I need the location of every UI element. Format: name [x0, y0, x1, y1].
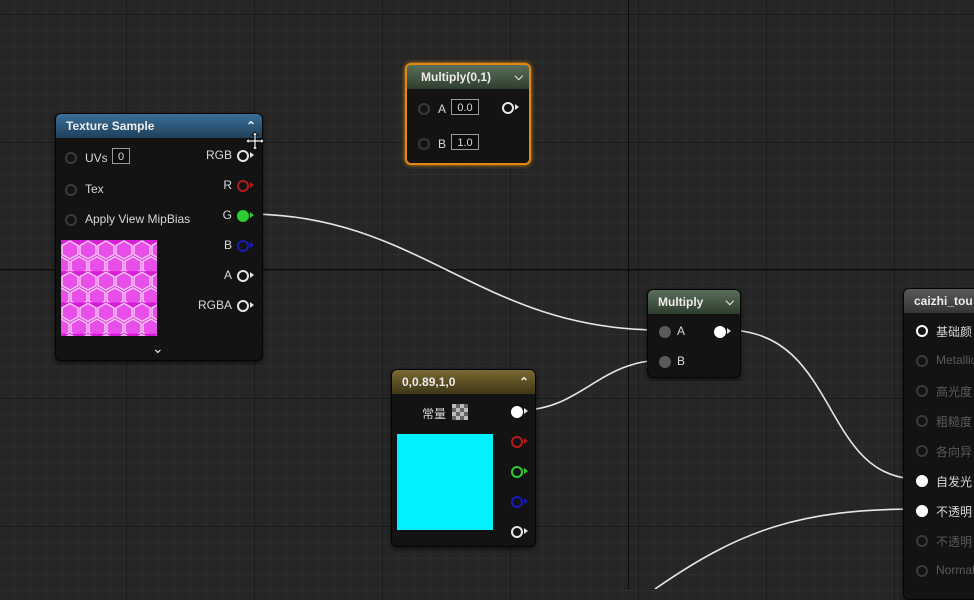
specular-label: 高光度 — [936, 385, 973, 399]
b-input-pin[interactable] — [418, 138, 430, 150]
mipbias-input-pin[interactable] — [65, 214, 77, 226]
collapse-chevron-down-icon[interactable]: ⌵ — [515, 65, 523, 89]
g-output-pin[interactable] — [237, 210, 249, 222]
opacity-label: 不透明 — [936, 505, 973, 519]
node-title: 0,0.89,1,0 — [402, 375, 456, 389]
uvs-label: UVs — [85, 151, 108, 165]
rgba-output-pin[interactable] — [237, 300, 249, 312]
b-input-label: B — [438, 137, 447, 151]
metallic-label: Metallic — [936, 353, 974, 367]
a-input-label: A — [438, 102, 447, 116]
output-arrow-icon — [515, 104, 519, 110]
b-output-pin[interactable] — [237, 240, 249, 252]
node-title: Texture Sample — [66, 119, 155, 133]
multiply-node[interactable]: Multiply ⌵ A B — [647, 289, 741, 378]
b-value-field[interactable]: 1.0 — [451, 134, 479, 150]
node-title: Multiply — [658, 295, 704, 309]
emissive-input-pin[interactable] — [916, 475, 928, 487]
rgb-arrow-icon — [524, 408, 528, 414]
specular-input-pin[interactable] — [916, 385, 928, 397]
collapse-chevron-up-icon[interactable]: ⌃ — [519, 370, 529, 394]
b-arrow-icon — [250, 242, 254, 248]
r-output-pin[interactable] — [237, 180, 249, 192]
g-output-pin[interactable] — [511, 466, 523, 478]
opacity-input-pin[interactable] — [916, 505, 928, 517]
multiply-01-node[interactable]: Multiply(0,1) ⌵ A 0.0 B 1.0 — [405, 63, 531, 165]
wire-offscreen-to-opacity — [654, 508, 919, 589]
node-title: caizhi_tou — [914, 294, 973, 308]
rgba-arrow-icon — [250, 302, 254, 308]
rgb-output-pin[interactable] — [511, 406, 523, 418]
constant-header[interactable]: 0,0.89,1,0 ⌃ — [392, 370, 535, 394]
r-output-label: R — [223, 178, 232, 192]
base-color-label: 基础颜 — [936, 325, 973, 339]
node-title: Multiply(0,1) — [421, 70, 492, 84]
move-cursor-icon — [245, 131, 265, 154]
a-output-pin[interactable] — [237, 270, 249, 282]
texture-preview — [61, 240, 157, 336]
r-arrow-icon — [250, 182, 254, 188]
anisotropy-label: 各向异 — [936, 445, 973, 459]
a-value-field[interactable]: 0.0 — [451, 99, 479, 115]
base-color-input-pin[interactable] — [916, 325, 928, 337]
b-input-pin[interactable] — [659, 356, 671, 368]
collapse-chevron-down-icon[interactable]: ⌵ — [726, 290, 734, 314]
roughness-label: 粗糙度 — [936, 415, 973, 429]
opacity-mask-input-pin[interactable] — [916, 535, 928, 547]
expand-chevron-down-icon[interactable]: ⌄ — [152, 340, 164, 357]
constant-label: 常量 — [422, 407, 447, 421]
uvs-value-field[interactable]: 0 — [112, 148, 130, 164]
multiply-output-pin[interactable] — [714, 326, 726, 338]
material-result-node[interactable]: caizhi_tou 基础颜 Metallic 高光度 粗糙度 各向异 自发光 … — [903, 288, 974, 600]
r-arrow-icon — [524, 438, 528, 444]
metallic-input-pin[interactable] — [916, 355, 928, 367]
b-arrow-icon — [524, 498, 528, 504]
color-preview — [397, 434, 493, 530]
opacity-mask-label: 不透明 — [936, 535, 973, 549]
b-output-label: B — [223, 238, 232, 252]
normal-label: Normal — [936, 563, 974, 577]
a-output-label: A — [223, 268, 232, 282]
g-output-label: G — [222, 208, 232, 222]
wire-constant-to-multiply-b — [521, 359, 665, 411]
a-input-pin[interactable] — [659, 326, 671, 338]
constant-vector-node[interactable]: 0,0.89,1,0 ⌃ 常量 — [391, 369, 536, 547]
tex-input-pin[interactable] — [65, 184, 77, 196]
roughness-input-pin[interactable] — [916, 415, 928, 427]
a-arrow-icon — [250, 272, 254, 278]
graph-axis-vertical — [628, 0, 629, 589]
a-arrow-icon — [524, 528, 528, 534]
wire-multiply-to-emissive — [725, 329, 919, 480]
b-input-label: B — [677, 354, 686, 368]
texture-sample-node[interactable]: Texture Sample ⌃ UVs 0 Tex Apply View Mi… — [55, 113, 263, 361]
output-arrow-icon — [727, 328, 731, 334]
uvs-input-pin[interactable] — [65, 152, 77, 164]
a-input-pin[interactable] — [418, 103, 430, 115]
rgba-output-label: RGBA — [197, 298, 232, 312]
tex-label: Tex — [85, 182, 104, 196]
checker-swatch-icon — [452, 404, 468, 420]
anisotropy-input-pin[interactable] — [916, 445, 928, 457]
material-header[interactable]: caizhi_tou — [904, 289, 974, 313]
multiply-header[interactable]: Multiply ⌵ — [648, 290, 740, 314]
rgb-output-label: RGB — [205, 148, 232, 162]
a-output-pin[interactable] — [511, 526, 523, 538]
normal-input-pin[interactable] — [916, 565, 928, 577]
g-arrow-icon — [250, 212, 254, 218]
a-input-label: A — [677, 324, 686, 338]
emissive-label: 自发光 — [936, 475, 973, 489]
multiply-01-output-pin[interactable] — [502, 102, 514, 114]
wire-g-to-multiply-a — [247, 213, 661, 331]
b-output-pin[interactable] — [511, 496, 523, 508]
multiply-01-header[interactable]: Multiply(0,1) ⌵ — [407, 65, 529, 89]
mipbias-label: Apply View MipBias — [85, 212, 191, 226]
r-output-pin[interactable] — [511, 436, 523, 448]
texture-sample-header[interactable]: Texture Sample ⌃ — [56, 114, 262, 138]
g-arrow-icon — [524, 468, 528, 474]
